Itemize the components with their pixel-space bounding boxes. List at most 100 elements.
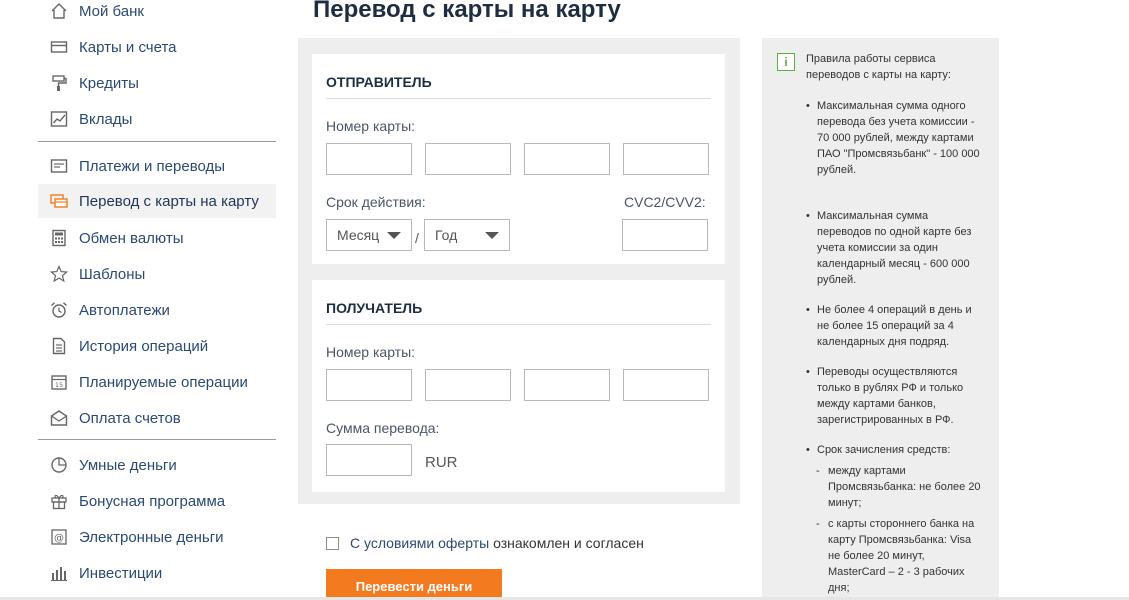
- rules-info-panel: i Правила работы сервиса переводов с кар…: [762, 38, 999, 600]
- offer-agreement: С условиями оферты ознакомлен и согласен: [326, 535, 644, 551]
- sidebar-item-label: Электронные деньги: [79, 528, 224, 546]
- rule-text: Переводы осуществляются только в рублях …: [817, 366, 964, 426]
- rule-text: Максимальная сумма одного перевода без у…: [817, 100, 980, 176]
- bullet: •: [806, 444, 810, 456]
- receiver-section: ПОЛУЧАТЕЛЬ Номер карты: Сумма перевода: …: [312, 280, 725, 492]
- sender-card-number-part-2[interactable]: [425, 143, 511, 175]
- card-icon: [50, 38, 68, 56]
- bullet: •: [806, 100, 810, 112]
- amount-input[interactable]: [326, 444, 412, 476]
- sender-card-number-part-1[interactable]: [326, 143, 412, 175]
- sidebar-item-label: Карты и счета: [79, 38, 177, 56]
- section-divider: [326, 98, 711, 99]
- rules-intro: Правила работы сервиса переводов с карты…: [806, 53, 951, 81]
- sidebar-item-label: Вклады: [79, 110, 133, 128]
- payment-icon: [50, 157, 68, 175]
- sidebar-item-currency-exchange[interactable]: Обмен валюты: [38, 221, 276, 255]
- bars-icon: [50, 564, 68, 582]
- expiry-month-value: Месяц: [337, 227, 380, 243]
- calendar-icon: 15: [50, 373, 68, 391]
- dash: -: [816, 518, 820, 530]
- expiry-label: Срок действия:: [326, 194, 426, 210]
- gift-icon: [50, 492, 68, 510]
- sidebar-item-my-bank[interactable]: Мой банк: [38, 0, 276, 28]
- sidebar-item-bonus-program[interactable]: Бонусная программа: [38, 484, 276, 518]
- sidebar-item-label: Перевод с карты на карту: [79, 192, 259, 210]
- sidebar-item-credits[interactable]: Кредиты: [38, 66, 276, 100]
- alarm-clock-icon: [50, 301, 68, 319]
- bullet: •: [806, 366, 810, 378]
- sidebar-item-label: Обмен валюты: [79, 229, 184, 247]
- sidebar-divider: [38, 141, 276, 142]
- sidebar-item-label: Планируемые операции: [79, 373, 248, 391]
- expiry-year-value: Год: [435, 227, 458, 243]
- sender-heading: ОТПРАВИТЕЛЬ: [326, 74, 432, 90]
- sub-rule-text: между картами Промсвязьбанка: не более 2…: [828, 465, 981, 509]
- sidebar-item-payments[interactable]: Платежи и переводы: [38, 149, 276, 183]
- sidebar-item-label: Бонусная программа: [79, 492, 226, 510]
- receiver-heading: ПОЛУЧАТЕЛЬ: [326, 300, 423, 316]
- sidebar-item-label: Кредиты: [79, 74, 139, 92]
- pie-chart-icon: [50, 456, 68, 474]
- amount-label: Сумма перевода:: [326, 420, 440, 436]
- bullet: •: [806, 210, 810, 222]
- sidebar-item-templates[interactable]: Шаблоны: [38, 257, 276, 291]
- sidebar-item-label: Автоплатежи: [79, 301, 170, 319]
- sub-rule-text: с карты стороннего банка на карту Промсв…: [828, 518, 975, 594]
- expiry-month-select[interactable]: Месяц: [326, 219, 412, 251]
- sidebar-item-autopayments[interactable]: Автоплатежи: [38, 293, 276, 327]
- sidebar-item-e-money[interactable]: @ Электронные деньги: [38, 520, 276, 554]
- sender-card-number-label: Номер карты:: [326, 118, 416, 134]
- sidebar-item-smart-money[interactable]: Умные деньги: [38, 448, 276, 482]
- agreement-rest-text: ознакомлен и согласен: [489, 535, 644, 551]
- sidebar-item-label: История операций: [79, 337, 209, 355]
- bullet: •: [806, 304, 810, 316]
- sidebar-item-label: Шаблоны: [79, 265, 146, 283]
- receiver-card-number-part-2[interactable]: [425, 369, 511, 401]
- expiry-separator: /: [415, 230, 419, 246]
- receiver-card-number-part-1[interactable]: [326, 369, 412, 401]
- document-icon: [50, 337, 68, 355]
- expiry-year-select[interactable]: Год: [424, 219, 510, 251]
- rule-text: Максимальная сумма переводов по одной ка…: [817, 210, 972, 286]
- sidebar-item-planned-operations[interactable]: 15 Планируемые операции: [38, 365, 276, 399]
- sidebar-item-bill-payment[interactable]: Оплата счетов: [38, 401, 276, 435]
- star-icon: [50, 265, 68, 283]
- sender-card-number-part-3[interactable]: [524, 143, 610, 175]
- chart-icon: [50, 110, 68, 128]
- sidebar-item-deposits[interactable]: Вклады: [38, 102, 276, 136]
- receiver-card-number-label: Номер карты:: [326, 344, 416, 360]
- dash: -: [816, 465, 820, 477]
- chevron-down-icon: [485, 232, 499, 239]
- chevron-down-icon: [387, 232, 401, 239]
- transfer-form: ОТПРАВИТЕЛЬ Номер карты: Срок действия: …: [298, 38, 740, 504]
- sidebar-item-label: Оплата счетов: [79, 409, 181, 427]
- card-transfer-icon: [50, 192, 68, 210]
- sidebar-item-investments[interactable]: Инвестиции: [38, 556, 276, 590]
- page-title: Перевод с карты на карту: [313, 0, 621, 23]
- agreement-checkbox[interactable]: [326, 536, 339, 550]
- cvc-input[interactable]: [622, 219, 708, 251]
- offer-terms-link[interactable]: С условиями оферты: [350, 535, 489, 551]
- info-icon: i: [777, 53, 795, 71]
- sender-card-number-part-4[interactable]: [623, 143, 709, 175]
- sidebar-divider: [38, 439, 276, 440]
- agreement-text: С условиями оферты ознакомлен и согласен: [350, 535, 644, 551]
- sidebar-item-label: Мой банк: [79, 2, 144, 20]
- sidebar-item-label: Инвестиции: [79, 564, 163, 582]
- sidebar-item-card-transfer[interactable]: Перевод с карты на карту: [38, 184, 276, 218]
- sidebar-item-cards-accounts[interactable]: Карты и счета: [38, 30, 276, 64]
- cvc-label: CVC2/CVV2:: [624, 194, 706, 210]
- receiver-card-number-part-3[interactable]: [524, 369, 610, 401]
- rule-text: Не более 4 операций в день и не более 15…: [817, 304, 972, 348]
- receiver-card-number-part-4[interactable]: [623, 369, 709, 401]
- currency-label: RUR: [425, 454, 458, 471]
- section-divider: [326, 324, 711, 325]
- envelope-icon: [50, 409, 68, 427]
- sidebar-item-label: Умные деньги: [79, 456, 177, 474]
- transfer-money-button[interactable]: Перевести деньги: [326, 569, 502, 600]
- calculator-icon: [50, 229, 68, 247]
- sidebar-item-history[interactable]: История операций: [38, 329, 276, 363]
- rule-text: Срок зачисления средств:: [817, 444, 951, 456]
- sender-section: ОТПРАВИТЕЛЬ Номер карты: Срок действия: …: [312, 54, 725, 264]
